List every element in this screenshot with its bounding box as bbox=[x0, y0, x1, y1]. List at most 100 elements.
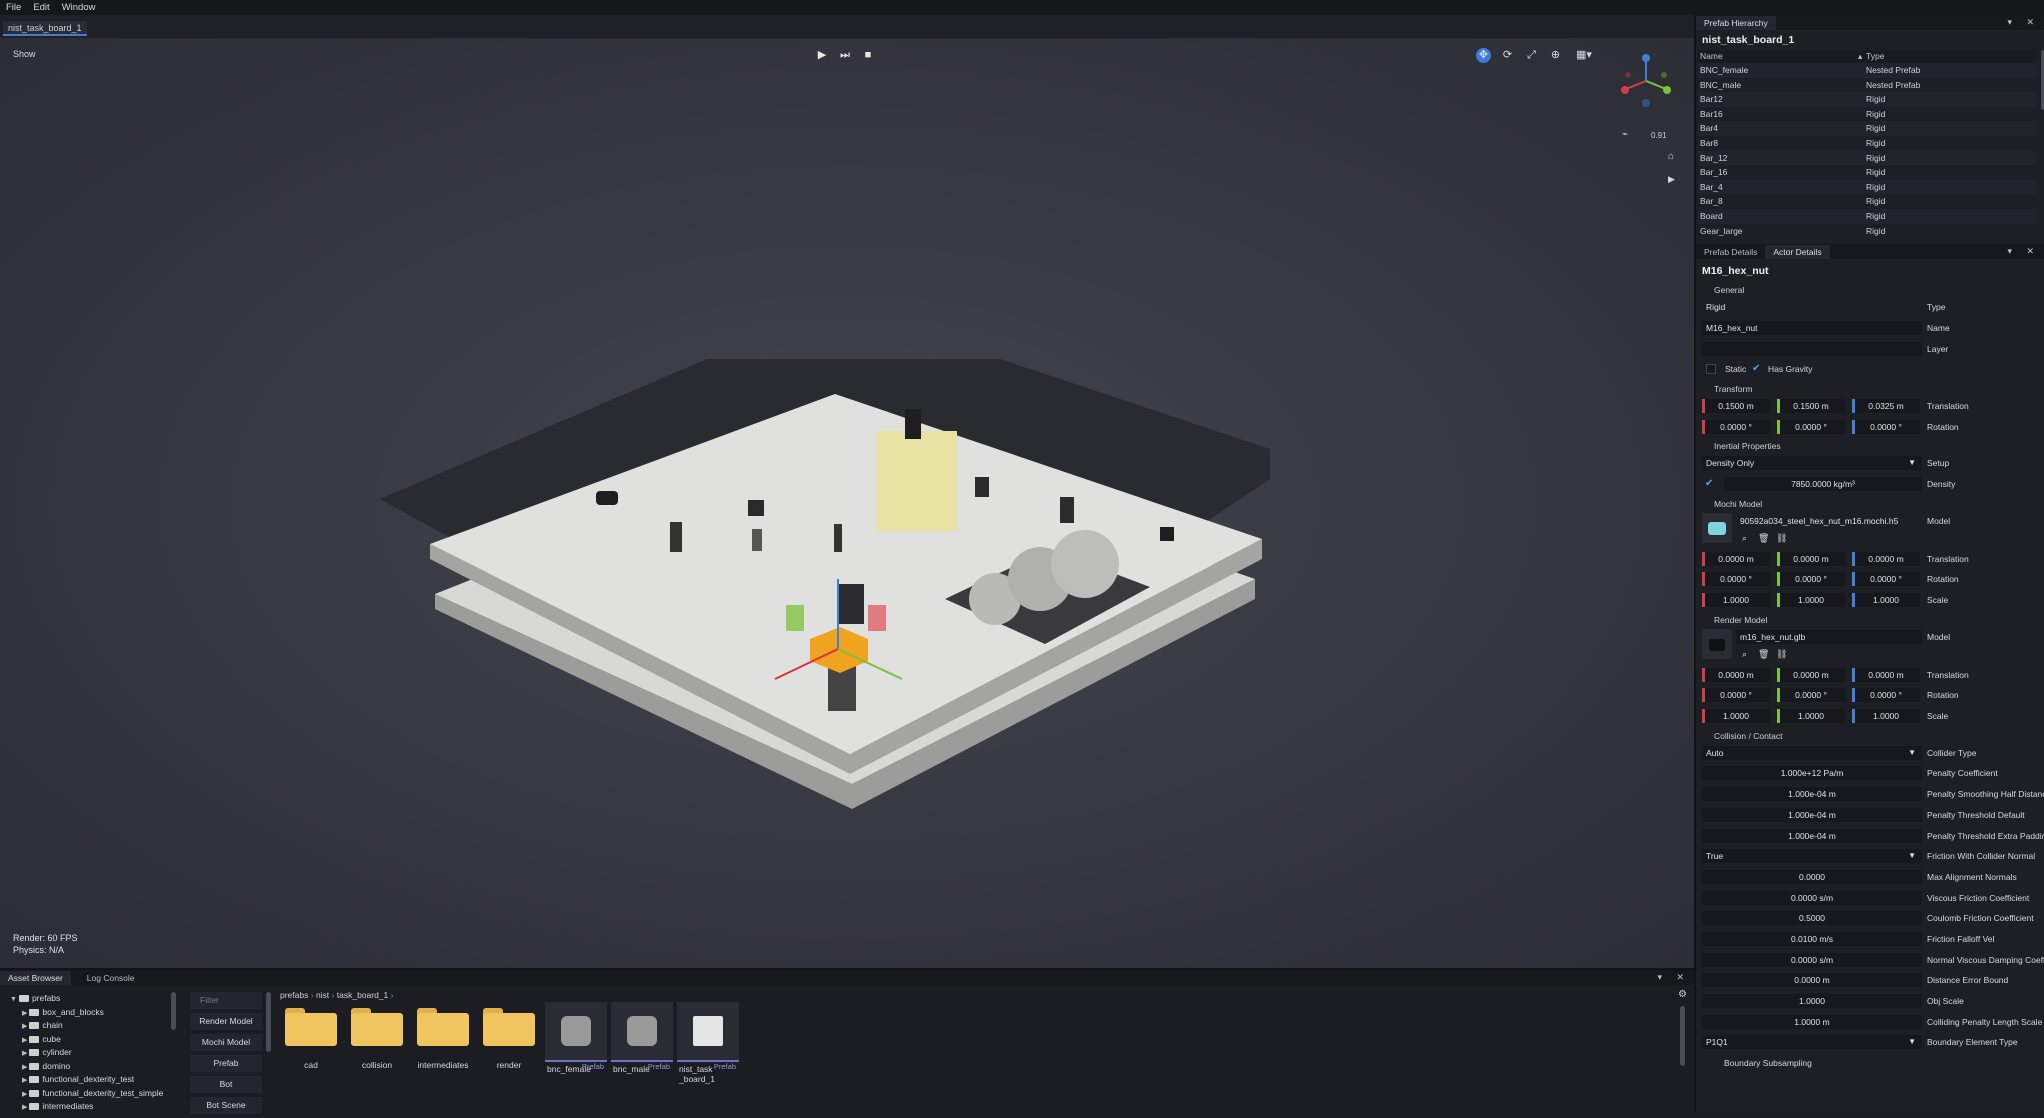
hierarchy-row[interactable]: Gear_large Rigid bbox=[1698, 224, 2036, 239]
filter-button[interactable]: Bot bbox=[190, 1076, 262, 1093]
grid-menu-icon[interactable]: ▦▾ bbox=[1572, 48, 1596, 63]
property-input[interactable]: 1.000e-04 m bbox=[1702, 828, 1922, 843]
property-input[interactable]: 0.5000 bbox=[1702, 911, 1922, 926]
chevron-right-icon[interactable]: ▶ bbox=[22, 1064, 27, 1071]
search-icon[interactable]: ⌕ bbox=[1742, 533, 1747, 544]
tab-prefab-details[interactable]: Prefab Details bbox=[1696, 245, 1765, 259]
setup-dropdown[interactable]: Density Only ▼ bbox=[1702, 456, 1922, 471]
hierarchy-row[interactable]: Board Rigid bbox=[1698, 208, 2036, 224]
asset-scrollbar[interactable] bbox=[1680, 1006, 1685, 1066]
property-input[interactable]: 1.000e-04 m bbox=[1702, 807, 1922, 822]
delete-icon[interactable]: 🗑 bbox=[1758, 533, 1769, 544]
filter-button[interactable]: Mochi Model bbox=[190, 1034, 262, 1051]
tab-nist-task-board[interactable]: nist_task_board_1 bbox=[3, 21, 87, 36]
col-name-header[interactable]: Name ▴ bbox=[1698, 50, 1865, 63]
translation-y[interactable]: 0.1500 m bbox=[1777, 398, 1845, 413]
render-scale-y[interactable]: 1.0000 bbox=[1777, 709, 1845, 724]
play-icon[interactable]: ▶ bbox=[815, 48, 829, 62]
crumb-prefabs[interactable]: prefabs bbox=[280, 990, 308, 1000]
filter-scrollbar[interactable] bbox=[266, 992, 271, 1052]
hierarchy-row[interactable]: Bar4 Rigid bbox=[1698, 121, 2036, 136]
crumb-nist[interactable]: nist bbox=[316, 990, 329, 1000]
camera-speed-icon[interactable]: ⌁ bbox=[1622, 129, 1628, 140]
delete-icon[interactable]: 🗑 bbox=[1758, 649, 1769, 660]
tree-item[interactable]: ▶ chain bbox=[6, 1019, 178, 1033]
translation-z[interactable]: 0.0325 m bbox=[1852, 398, 1920, 413]
crumb-task-board[interactable]: task_board_1 bbox=[337, 990, 389, 1000]
unlink-icon[interactable]: ⛓ bbox=[1776, 649, 1787, 660]
tree-item[interactable]: ▶ functional_dexterity_test_simple bbox=[6, 1087, 178, 1101]
hierarchy-row[interactable]: BNC_female Nested Prefab bbox=[1698, 63, 2036, 78]
property-input[interactable]: 1.000e-04 m bbox=[1702, 787, 1922, 802]
hierarchy-row[interactable]: Bar_8 Rigid bbox=[1698, 194, 2036, 209]
chevron-right-icon[interactable]: ▶ bbox=[22, 1010, 27, 1017]
layer-input[interactable] bbox=[1702, 341, 1922, 356]
property-dropdown[interactable]: Auto ▼ bbox=[1702, 745, 1922, 760]
chevron-down-icon[interactable]: ▼ bbox=[10, 996, 17, 1003]
tree-item[interactable]: ▶ cube bbox=[6, 1033, 178, 1047]
folder-tile[interactable]: render bbox=[478, 1004, 540, 1070]
property-input[interactable]: 0.0000 m bbox=[1702, 973, 1922, 988]
camera-icon[interactable]: ▶ bbox=[1668, 174, 1675, 185]
rotation-y[interactable]: 0.0000 ° bbox=[1777, 419, 1845, 434]
prefab-tile[interactable]: Prefab bnc_female bbox=[545, 1002, 607, 1074]
menu-edit[interactable]: Edit bbox=[27, 0, 55, 15]
render-translation-x[interactable]: 0.0000 m bbox=[1702, 667, 1770, 682]
tree-item[interactable]: ▶ functional_dexterity_test bbox=[6, 1073, 178, 1087]
panel-controls-icon[interactable]: ▾ ✕ bbox=[1657, 972, 1690, 983]
property-input[interactable]: 1.0000 m bbox=[1702, 1014, 1922, 1029]
property-input[interactable]: 1.000e+12 Pa/m bbox=[1702, 766, 1922, 781]
chevron-right-icon[interactable]: ▶ bbox=[22, 1050, 27, 1057]
property-input[interactable]: 1.0000 bbox=[1702, 994, 1922, 1008]
panel-controls-icon[interactable]: ▾ ✕ bbox=[2007, 17, 2040, 28]
gravity-checkbox[interactable]: ✔ bbox=[1752, 364, 1762, 374]
render-translation-y[interactable]: 0.0000 m bbox=[1777, 667, 1845, 682]
mochi-rotation-x[interactable]: 0.0000 ° bbox=[1702, 572, 1770, 587]
hierarchy-row[interactable]: Bar12 Rigid bbox=[1698, 92, 2036, 107]
property-input[interactable]: 0.0000 s/m bbox=[1702, 952, 1922, 967]
render-translation-z[interactable]: 0.0000 m bbox=[1852, 667, 1920, 682]
unlink-icon[interactable]: ⛓ bbox=[1776, 533, 1787, 544]
scale-tool-icon[interactable]: ⤢ bbox=[1524, 48, 1539, 63]
prefab-tile[interactable]: Prefab bnc_male bbox=[611, 1002, 673, 1074]
render-file[interactable]: m16_hex_nut.glb bbox=[1736, 629, 1922, 644]
sort-up-icon[interactable]: ▴ bbox=[1858, 50, 1862, 63]
axis-gizmo[interactable] bbox=[1618, 51, 1674, 109]
tab-asset-browser[interactable]: Asset Browser bbox=[0, 971, 71, 985]
step-icon[interactable]: ⏭ bbox=[838, 48, 852, 62]
col-type-header[interactable]: Type bbox=[1865, 50, 2036, 63]
tab-actor-details[interactable]: Actor Details bbox=[1765, 245, 1830, 260]
tree-item[interactable]: ▼ prefabs bbox=[6, 992, 178, 1006]
chevron-right-icon[interactable]: ▶ bbox=[22, 1023, 27, 1030]
prefab-tile[interactable]: Prefab nist_task _board_1 bbox=[677, 1002, 739, 1084]
hierarchy-row[interactable]: Bar16 Rigid bbox=[1698, 107, 2036, 122]
hierarchy-row[interactable]: BNC_male Nested Prefab bbox=[1698, 78, 2036, 93]
filter-input[interactable]: Filter bbox=[190, 992, 262, 1009]
filter-button[interactable]: Bot Scene bbox=[190, 1097, 262, 1114]
chevron-right-icon[interactable]: ▶ bbox=[22, 1091, 27, 1098]
mochi-translation-z[interactable]: 0.0000 m bbox=[1852, 551, 1920, 566]
filter-button[interactable]: Render Model bbox=[190, 1013, 262, 1030]
hierarchy-row[interactable]: Bar_4 Rigid bbox=[1698, 179, 2036, 195]
property-input[interactable]: 0.0000 bbox=[1702, 869, 1922, 884]
task-board-model[interactable] bbox=[370, 359, 1270, 879]
search-icon[interactable]: ⌕ bbox=[1742, 649, 1747, 660]
3d-viewport[interactable]: Show ▶ ⏭ ■ ✥ ⟳ ⤢ ⊕ ▦▾ ⌁ 0.91 ⌂ ▶ Render:… bbox=[0, 39, 1694, 968]
filter-button[interactable]: Prefab bbox=[190, 1055, 262, 1072]
menu-window[interactable]: Window bbox=[56, 0, 102, 15]
folder-tile[interactable]: cad bbox=[280, 1004, 342, 1070]
chevron-right-icon[interactable]: ▶ bbox=[22, 1037, 27, 1044]
property-dropdown[interactable]: True ▼ bbox=[1702, 849, 1922, 864]
folder-tile[interactable]: collision bbox=[346, 1004, 408, 1070]
tree-item[interactable]: ▶ intermediates bbox=[6, 1100, 178, 1114]
rotation-z[interactable]: 0.0000 ° bbox=[1852, 419, 1920, 434]
tree-scrollbar[interactable] bbox=[171, 992, 176, 1030]
render-rotation-y[interactable]: 0.0000 ° bbox=[1777, 688, 1845, 703]
tab-log-console[interactable]: Log Console bbox=[79, 971, 143, 985]
tree-item[interactable]: ▶ box_and_blocks bbox=[6, 1006, 178, 1020]
static-checkbox[interactable] bbox=[1706, 364, 1716, 375]
hierarchy-row[interactable]: Bar_12 Rigid bbox=[1698, 150, 2036, 166]
folder-tile[interactable]: intermediates bbox=[412, 1004, 474, 1070]
render-scale-x[interactable]: 1.0000 bbox=[1702, 709, 1770, 724]
world-space-icon[interactable]: ⊕ bbox=[1548, 48, 1563, 63]
